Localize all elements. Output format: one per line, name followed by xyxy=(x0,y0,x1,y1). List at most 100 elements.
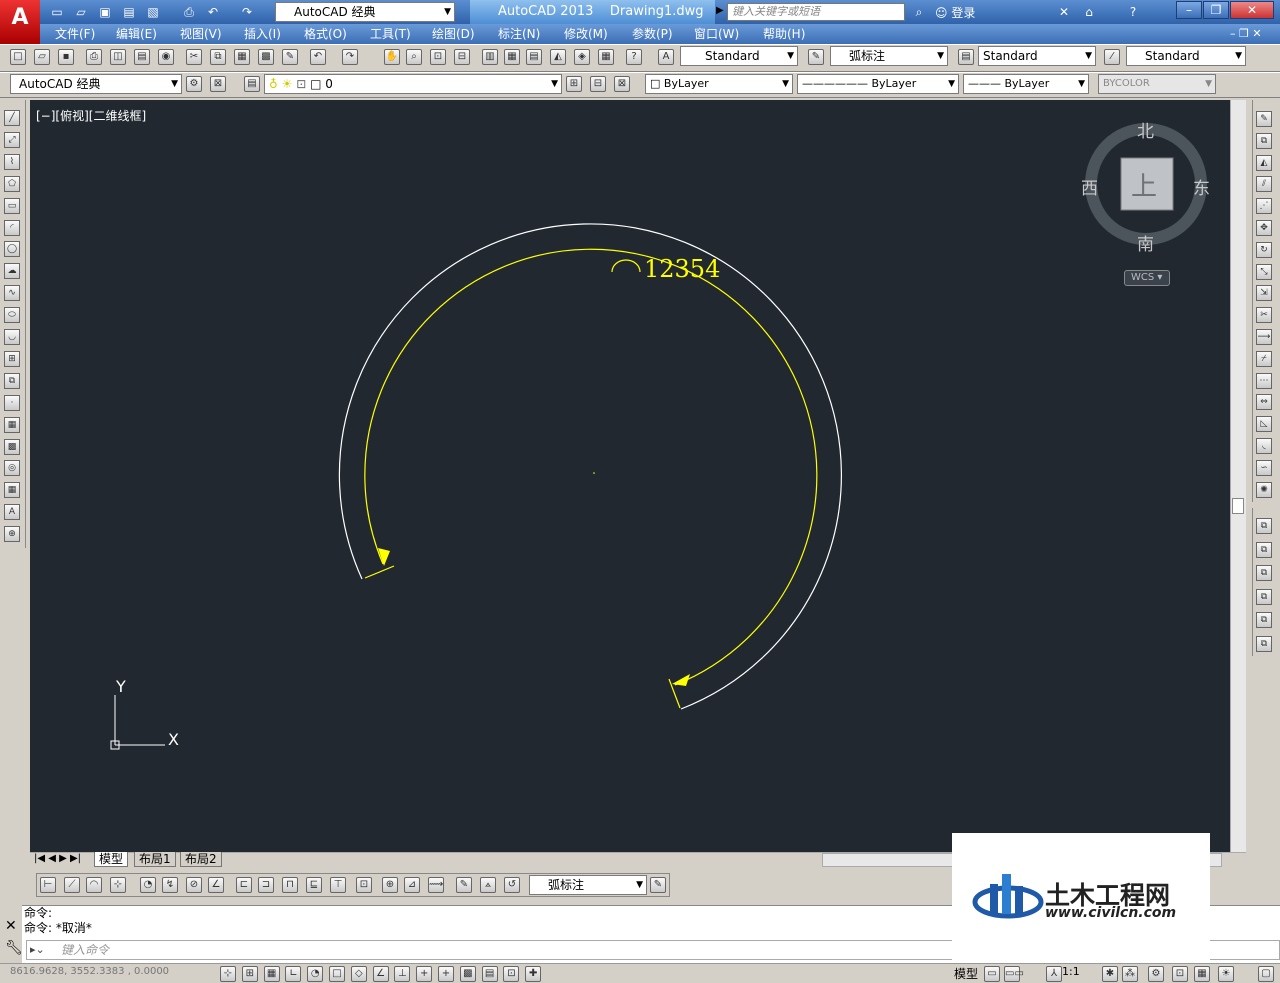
send-under-icon[interactable]: ⧉ xyxy=(1256,588,1272,605)
baseline-dim-icon[interactable]: ⊐ xyxy=(258,877,274,893)
compass-west[interactable]: 西 xyxy=(1081,174,1098,199)
blend-icon[interactable]: ∽ xyxy=(1256,459,1272,476)
annotation-monitor-icon[interactable]: ✚ xyxy=(525,966,542,982)
fillet-icon[interactable]: ◟ xyxy=(1256,438,1272,454)
extend-icon[interactable]: ⟶ xyxy=(1256,329,1272,345)
diameter-dim-icon[interactable]: ⊘ xyxy=(186,877,202,893)
copy-icon[interactable]: ⧉ xyxy=(1256,132,1272,149)
dim-break-icon[interactable]: ⊤ xyxy=(330,877,346,893)
mirror-icon[interactable]: ◭ xyxy=(1256,154,1272,171)
ortho-mode-icon[interactable]: ∟ xyxy=(285,966,302,982)
explode-icon[interactable]: ✺ xyxy=(1256,481,1272,498)
status-bar xyxy=(0,963,1280,983)
continue-dim-icon[interactable]: ⊓ xyxy=(282,877,298,893)
chevron-down-icon: ▼ xyxy=(1235,51,1242,61)
command-history-line: 命令: xyxy=(24,906,53,920)
annotation-scale[interactable]: 1:1 xyxy=(1062,965,1080,978)
tab-navigation-arrows[interactable]: |◀ ◀ ▶ ▶| xyxy=(34,853,81,864)
join-icon[interactable]: ⇔ xyxy=(1256,394,1272,411)
bring-above-icon[interactable]: ⧉ xyxy=(1256,565,1272,581)
clean-screen-icon[interactable]: ▢ xyxy=(1258,966,1274,982)
grid-display-icon[interactable]: ▦ xyxy=(263,966,280,982)
array-icon[interactable]: ⋰ xyxy=(1256,198,1272,215)
command-history-line: 命令: *取消* xyxy=(24,921,92,935)
break-icon[interactable]: ⋯ xyxy=(1256,372,1272,389)
dim-text-edit-icon[interactable]: ⟑ xyxy=(480,877,496,893)
snap-mode-icon[interactable]: ⊞ xyxy=(241,966,258,982)
quick-properties-icon[interactable]: ▤ xyxy=(481,966,498,982)
transparency-icon[interactable]: ▩ xyxy=(459,966,476,982)
quick-dim-icon[interactable]: ⊏ xyxy=(236,877,252,893)
layout-icon[interactable]: ▭▭ xyxy=(1004,966,1024,982)
model-icon[interactable]: ▭ xyxy=(984,966,1000,982)
annotation-scale-icon[interactable]: ⅄ xyxy=(1046,966,1062,982)
arc-length-dim-icon[interactable]: ◠ xyxy=(86,877,102,893)
coordinate-readout[interactable]: 8616.9628, 3552.3383 , 0.0000 xyxy=(10,966,169,977)
center-mark-icon[interactable]: ⊕ xyxy=(382,877,398,893)
object-snap-icon[interactable]: □ xyxy=(329,966,345,982)
dim-space-icon[interactable]: ⊑ xyxy=(306,877,322,893)
move-icon[interactable]: ✥ xyxy=(1256,220,1272,236)
dim-update-icon[interactable]: ↺ xyxy=(504,877,520,893)
aligned-dim-icon[interactable]: ⟋ xyxy=(64,877,80,893)
lineweight-icon[interactable]: + xyxy=(438,966,454,982)
stretch-icon[interactable]: ⇲ xyxy=(1256,285,1272,302)
hardware-accel-icon[interactable]: ▦ xyxy=(1194,966,1210,982)
selection-cycling-icon[interactable]: ⊡ xyxy=(503,966,520,982)
compass-south[interactable]: 南 xyxy=(1137,230,1154,255)
dynamic-input-icon[interactable]: + xyxy=(416,966,433,982)
dim-style-dropdown-2[interactable]: 弧标注 ▼ xyxy=(529,875,647,895)
isolate-objects-icon[interactable]: ☀ xyxy=(1218,966,1234,982)
infer-constraints-icon[interactable]: ⊹ xyxy=(220,966,236,982)
object-snap-tracking-icon[interactable]: ∠ xyxy=(372,966,389,982)
dynamic-ucs-icon[interactable]: ⊥ xyxy=(394,966,411,982)
annotation-visibility-icon[interactable]: ✱ xyxy=(1102,966,1118,982)
watermark-url: www.civilcn.com xyxy=(1045,905,1177,921)
compass-east[interactable]: 东 xyxy=(1193,174,1210,199)
workspace-switch-icon[interactable]: ⚙ xyxy=(1148,966,1164,982)
tab-layout1[interactable]: 布局1 xyxy=(134,852,176,867)
dimension-text: 12354 xyxy=(644,255,720,283)
drawing-svg: 12354 X Y xyxy=(110,123,1207,750)
close-icon[interactable]: ✕ xyxy=(5,918,17,934)
compass-north[interactable]: 北 xyxy=(1137,117,1154,142)
viewcube-top-label[interactable]: 上 xyxy=(1131,166,1157,203)
tolerance-icon[interactable]: ⊡ xyxy=(356,877,372,893)
close-button[interactable]: ✕ xyxy=(1230,1,1274,19)
polar-tracking-icon[interactable]: ◔ xyxy=(307,966,324,982)
tab-layout2[interactable]: 布局2 xyxy=(180,852,222,867)
vertical-scroll-thumb[interactable] xyxy=(1232,498,1244,514)
rotate-icon[interactable]: ↻ xyxy=(1256,241,1272,258)
break-at-point-icon[interactable]: ⌿ xyxy=(1256,350,1272,367)
auto-scale-icon[interactable]: ⁂ xyxy=(1122,966,1138,982)
wrench-icon[interactable]: 🔧︎ xyxy=(5,940,23,956)
jogged-dim-icon[interactable]: ↯ xyxy=(162,877,178,893)
ordinate-dim-icon[interactable]: ⊹ xyxy=(110,877,126,893)
radius-dim-icon[interactable]: ◔ xyxy=(140,877,156,893)
3d-object-snap-icon[interactable]: ◇ xyxy=(350,966,367,982)
tab-model[interactable]: 模型 xyxy=(94,852,129,867)
doc-window-controls[interactable]: – ❐ ✕ xyxy=(1230,27,1262,40)
command-prompt-icon[interactable]: ▸⌄ xyxy=(30,943,45,956)
wcs-menu[interactable]: WCS ▾ xyxy=(1124,270,1170,286)
jogged-linear-icon[interactable]: ⟿ xyxy=(428,877,444,893)
erase-icon[interactable]: ✎ xyxy=(1256,111,1272,127)
model-space-toggle[interactable]: 模型 xyxy=(954,965,978,982)
offset-icon[interactable]: ⫽ xyxy=(1256,176,1272,193)
angular-dim-icon[interactable]: ∠ xyxy=(208,877,224,893)
scale-icon[interactable]: ⤡ xyxy=(1256,263,1272,280)
hatch-back-icon[interactable]: ⧉ xyxy=(1256,635,1272,652)
linear-dim-icon[interactable]: ⊢ xyxy=(40,877,56,893)
send-back-icon[interactable]: ⧉ xyxy=(1256,541,1272,558)
extension-line-left xyxy=(364,565,395,579)
dim-style-manager-icon[interactable]: ✎ xyxy=(650,877,666,893)
vertical-scrollbar[interactable] xyxy=(1230,100,1246,852)
bring-front-icon[interactable]: ⧉ xyxy=(1256,518,1272,534)
chamfer-icon[interactable]: ◺ xyxy=(1256,416,1272,433)
trim-icon[interactable]: ✂ xyxy=(1256,307,1272,324)
text-front-icon[interactable]: ⧉ xyxy=(1256,612,1272,628)
chevron-down-icon: ▼ xyxy=(636,880,643,890)
inspection-icon[interactable]: ⊿ xyxy=(404,877,420,893)
toolbar-lock-icon[interactable]: ⊡ xyxy=(1172,966,1188,982)
dim-edit-icon[interactable]: ✎ xyxy=(456,877,472,893)
